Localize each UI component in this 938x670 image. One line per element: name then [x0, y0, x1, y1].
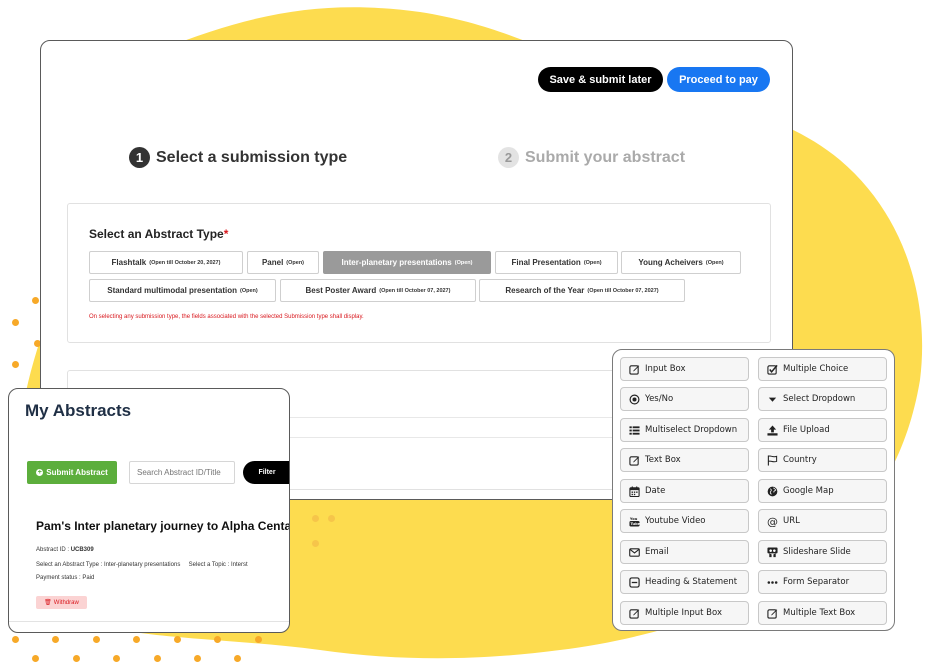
flag-icon — [767, 454, 778, 466]
abstract-type-option[interactable]: Young Acheivers (Open) — [621, 251, 741, 274]
field-youtube-video-button[interactable]: You Tube Youtube Video — [620, 509, 749, 533]
caret-down-icon — [768, 397, 777, 402]
step-number-badge: 2 — [498, 147, 519, 168]
step-submit-abstract: 2 Submit your abstract — [498, 147, 685, 168]
step-number-badge: 1 — [129, 147, 150, 168]
svg-text:Tube: Tube — [630, 522, 640, 526]
field-input-box-button[interactable]: Input Box — [620, 357, 749, 381]
edit-icon — [767, 608, 778, 619]
plus-icon: + — [36, 469, 44, 476]
field-types-palette: Input Box Multiple Choice Yes/No Select … — [612, 349, 895, 631]
step-select-submission-type: 1 Select a submission type — [129, 147, 347, 168]
abstract-type-option[interactable]: Panel (Open) — [247, 251, 319, 274]
abstract-type-option-selected[interactable]: Inter-planetary presentations (Open) — [323, 251, 491, 274]
field-form-separator-button[interactable]: Form Separator — [758, 570, 887, 594]
edit-icon — [629, 608, 640, 619]
field-select-dropdown-button[interactable]: Select Dropdown — [758, 387, 887, 411]
required-mark: * — [223, 227, 229, 241]
field-multiple-choice-button[interactable]: Multiple Choice — [758, 357, 887, 381]
field-date-button[interactable]: Date — [620, 479, 749, 503]
upload-icon — [767, 424, 778, 436]
svg-text:You: You — [629, 517, 638, 521]
abstract-type-option[interactable]: Flashtalk (Open till October 20, 2027) — [89, 251, 243, 274]
field-slideshare-slide-button[interactable]: Slideshare Slide — [758, 540, 887, 564]
my-abstracts-window: My Abstracts +Submit Abstract Filter Pam… — [8, 388, 290, 633]
abstract-type-option[interactable]: Standard multimodal presentation (Open) — [89, 279, 276, 302]
abstract-type-option[interactable]: Best Poster Award (Open till October 07, … — [280, 279, 476, 302]
field-yes-no-button[interactable]: Yes/No — [620, 387, 749, 411]
withdraw-button[interactable]: 🗑 Withdraw — [36, 596, 87, 609]
envelope-icon — [629, 547, 640, 557]
ellipsis-icon — [767, 580, 778, 584]
step-label: Select a submission type — [156, 148, 348, 166]
minus-square-icon — [629, 576, 640, 588]
payment-status-line: Payment status : Paid — [36, 575, 95, 581]
checkbox-icon — [767, 364, 778, 375]
field-multiple-text-box-button[interactable]: Multiple Text Box — [758, 601, 887, 625]
edit-icon — [629, 364, 640, 375]
step-label: Submit your abstract — [525, 148, 686, 166]
search-abstract-input[interactable] — [129, 461, 235, 484]
abstract-title[interactable]: Pam's Inter planetary journey to Alpha C… — [36, 519, 289, 533]
field-multiselect-dropdown-button[interactable]: Multiselect Dropdown — [620, 418, 749, 442]
abstract-type-card: Select an Abstract Type* Flashtalk (Open … — [67, 203, 771, 343]
abstract-type-note: On selecting any submission type, the fi… — [89, 314, 364, 320]
save-submit-later-button[interactable]: Save & submit later — [538, 67, 663, 92]
calendar-icon — [629, 485, 640, 497]
divider — [9, 621, 289, 622]
abstract-id-line: Abstract ID : UCB309 — [36, 547, 94, 553]
field-country-button[interactable]: Country — [758, 448, 887, 472]
abstract-type-title: Select an Abstract Type* — [89, 227, 229, 241]
trash-icon: 🗑 — [44, 600, 52, 606]
proceed-to-pay-button[interactable]: Proceed to pay — [667, 67, 770, 92]
filter-button[interactable]: Filter — [243, 461, 289, 484]
field-text-box-button[interactable]: Text Box — [620, 448, 749, 472]
svg-text:@: @ — [767, 516, 778, 527]
list-icon — [629, 425, 640, 435]
submit-abstract-button[interactable]: + Submit Abstract — [27, 461, 117, 484]
radio-icon — [629, 394, 640, 404]
field-heading-statement-button[interactable]: Heading & Statement — [620, 570, 749, 594]
slideshare-icon — [767, 546, 778, 557]
field-google-map-button[interactable]: Google Map — [758, 479, 887, 503]
field-url-button[interactable]: @ URL — [758, 509, 887, 533]
field-email-button[interactable]: Email — [620, 540, 749, 564]
field-file-upload-button[interactable]: File Upload — [758, 418, 887, 442]
my-abstracts-title: My Abstracts — [25, 401, 132, 420]
edit-icon — [629, 455, 640, 466]
abstract-type-option[interactable]: Research of the Year (Open till October 0… — [479, 279, 685, 302]
abstract-type-line: Select an Abstract Type : Inter-planetar… — [36, 562, 248, 568]
youtube-icon: YouTube — [629, 517, 640, 527]
globe-icon — [767, 486, 778, 496]
field-multiple-input-box-button[interactable]: Multiple Input Box — [620, 601, 749, 625]
at-icon: @ — [767, 516, 778, 527]
abstract-type-option[interactable]: Final Presentation (Open) — [495, 251, 618, 274]
